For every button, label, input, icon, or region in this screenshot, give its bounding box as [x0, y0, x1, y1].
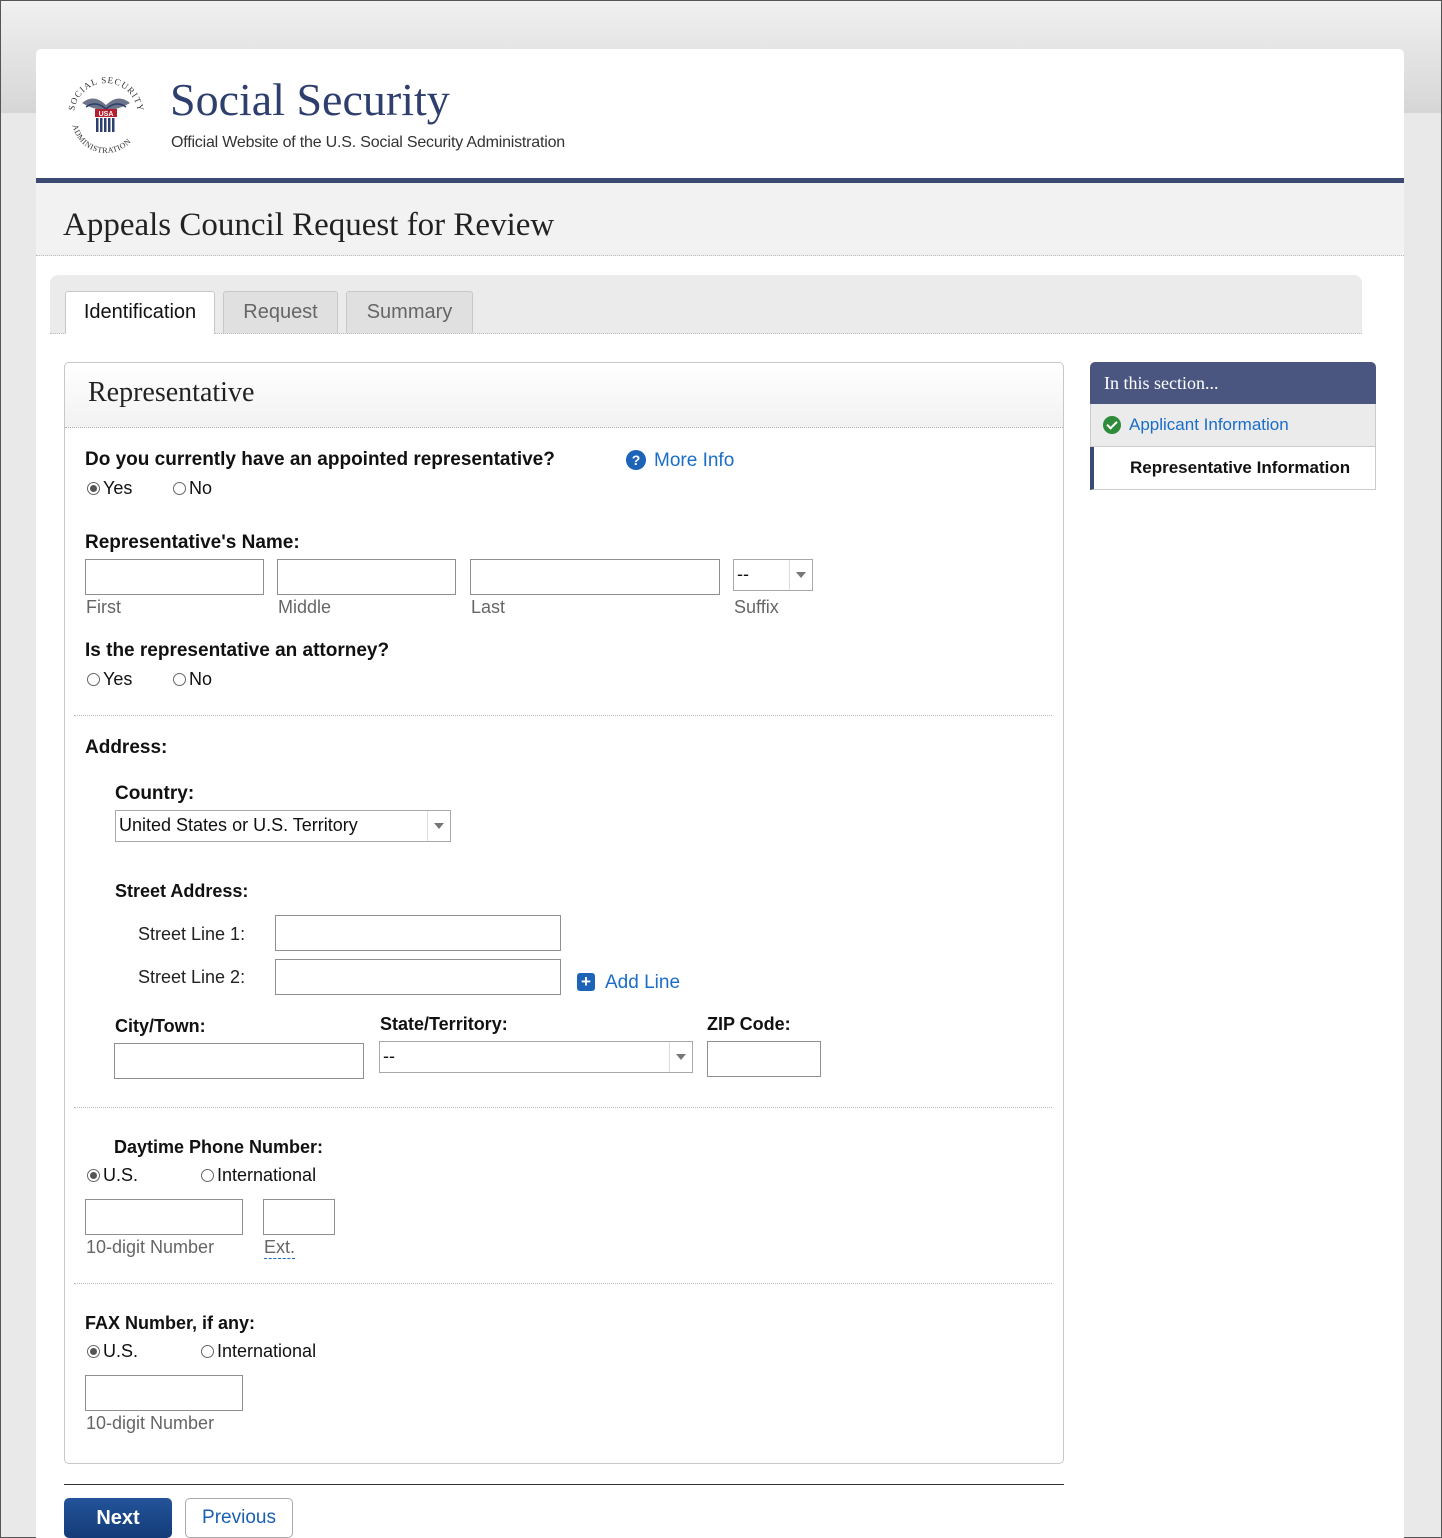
- radio-no-circle[interactable]: [173, 673, 186, 686]
- attorney-question: Is the representative an attorney?: [85, 640, 390, 661]
- radio-label: No: [189, 478, 213, 498]
- check-circle-icon: [1103, 416, 1121, 434]
- site-title[interactable]: Social Security: [170, 73, 450, 126]
- radio-yes-circle[interactable]: [87, 673, 100, 686]
- panel-title: Representative: [88, 377, 255, 408]
- chevron-down-icon: [789, 560, 812, 590]
- state-select[interactable]: --: [379, 1041, 693, 1073]
- rep-name-label: Representative's Name:: [85, 532, 300, 553]
- seal-usa-text: USA: [99, 111, 114, 118]
- radio-us-circle[interactable]: [87, 1345, 100, 1358]
- state-value: --: [383, 1046, 395, 1066]
- sidebar-item-representative-information[interactable]: Representative Information: [1090, 447, 1376, 490]
- tab-request[interactable]: Request: [223, 291, 338, 333]
- street-line2-input[interactable]: [275, 959, 561, 995]
- state-label: State/Territory:: [380, 1014, 508, 1034]
- city-input[interactable]: [114, 1043, 364, 1079]
- appointed-yes-radio[interactable]: Yes: [87, 478, 132, 499]
- add-line-label: Add Line: [605, 972, 681, 993]
- sidebar-item-label: Representative Information: [1130, 458, 1351, 477]
- radio-label: Yes: [103, 478, 133, 498]
- radio-international-circle[interactable]: [201, 1169, 214, 1182]
- more-info-link[interactable]: ? More Info: [626, 450, 734, 472]
- tab-bar: Identification Request Summary: [50, 275, 1362, 334]
- appointed-no-radio[interactable]: No: [173, 478, 212, 499]
- tab-identification[interactable]: Identification: [65, 291, 215, 334]
- page-container: SOCIAL SECURITY ADMINISTRATION USA Socia…: [36, 49, 1404, 1538]
- site-subtitle: Official Website of the U.S. Social Secu…: [171, 134, 566, 151]
- middle-name-input[interactable]: [277, 559, 456, 595]
- radio-label: International: [217, 1165, 317, 1185]
- ssa-seal-logo[interactable]: SOCIAL SECURITY ADMINISTRATION USA: [62, 69, 150, 157]
- section-divider: [74, 1107, 1052, 1108]
- fax-us-radio[interactable]: U.S.: [87, 1341, 138, 1362]
- radio-label: No: [189, 669, 213, 689]
- fax-label: FAX Number, if any:: [85, 1313, 256, 1333]
- section-sidebar: In this section... Applicant Information…: [1090, 362, 1376, 490]
- phone-us-radio[interactable]: U.S.: [87, 1165, 138, 1186]
- appointed-question: Do you currently have an appointed repre…: [85, 449, 555, 470]
- phone-number-sublabel: 10-digit Number: [86, 1237, 215, 1257]
- previous-button[interactable]: Previous: [185, 1498, 293, 1538]
- add-line-link[interactable]: + Add Line: [577, 972, 680, 994]
- last-name-input[interactable]: [470, 559, 720, 595]
- more-info-label: More Info: [654, 450, 735, 471]
- first-name-input[interactable]: [85, 559, 264, 595]
- street-line1-input[interactable]: [275, 915, 561, 951]
- radio-us-circle[interactable]: [87, 1169, 100, 1182]
- radio-label: International: [217, 1341, 317, 1361]
- section-divider: [74, 715, 1052, 716]
- site-header: SOCIAL SECURITY ADMINISTRATION USA Socia…: [36, 49, 1404, 177]
- street-line1-label: Street Line 1:: [138, 924, 246, 944]
- radio-yes-circle[interactable]: [87, 482, 100, 495]
- page-title: Appeals Council Request for Review: [63, 207, 555, 243]
- radio-label: U.S.: [103, 1341, 139, 1361]
- chevron-down-icon: [427, 811, 450, 841]
- suffix-sublabel: Suffix: [734, 597, 779, 617]
- panel-header: Representative: [65, 363, 1063, 428]
- country-select[interactable]: United States or U.S. Territory: [115, 810, 451, 842]
- city-label: City/Town:: [115, 1016, 206, 1036]
- sidebar-item-applicant-information[interactable]: Applicant Information: [1090, 404, 1376, 447]
- street-line2-label: Street Line 2:: [138, 967, 246, 987]
- fax-number-input[interactable]: [85, 1375, 243, 1411]
- suffix-select[interactable]: --: [733, 559, 813, 591]
- form-footer-divider: [64, 1484, 1064, 1485]
- last-sublabel: Last: [471, 597, 506, 617]
- address-label: Address:: [85, 737, 168, 758]
- help-icon: ?: [626, 450, 646, 470]
- phone-number-input[interactable]: [85, 1199, 243, 1235]
- zip-input[interactable]: [707, 1041, 821, 1077]
- section-divider: [74, 1283, 1052, 1284]
- daytime-phone-label: Daytime Phone Number:: [114, 1137, 324, 1157]
- radio-label: Yes: [103, 669, 133, 689]
- phone-ext-input[interactable]: [263, 1199, 335, 1235]
- tab-summary[interactable]: Summary: [346, 291, 473, 333]
- middle-sublabel: Middle: [278, 597, 332, 617]
- attorney-yes-radio[interactable]: Yes: [87, 669, 132, 690]
- ext-abbreviation[interactable]: Ext.: [264, 1237, 296, 1259]
- attorney-no-radio[interactable]: No: [173, 669, 212, 690]
- radio-label: U.S.: [103, 1165, 139, 1185]
- phone-international-radio[interactable]: International: [201, 1165, 316, 1186]
- next-button[interactable]: Next: [64, 1498, 172, 1538]
- country-value: United States or U.S. Territory: [119, 815, 358, 835]
- page-title-band: Appeals Council Request for Review: [36, 183, 1404, 256]
- zip-label: ZIP Code:: [707, 1014, 791, 1034]
- radio-no-circle[interactable]: [173, 482, 186, 495]
- fax-number-sublabel: 10-digit Number: [86, 1413, 215, 1433]
- radio-international-circle[interactable]: [201, 1345, 214, 1358]
- country-label: Country:: [115, 783, 195, 804]
- sidebar-heading: In this section...: [1090, 362, 1376, 404]
- sidebar-item-label: Applicant Information: [1129, 415, 1289, 434]
- suffix-value: --: [737, 564, 749, 584]
- representative-panel: Representative Do you currently have an …: [64, 362, 1064, 1464]
- plus-icon: +: [577, 973, 595, 991]
- fax-international-radio[interactable]: International: [201, 1341, 316, 1362]
- first-sublabel: First: [86, 597, 121, 617]
- street-address-label: Street Address:: [115, 881, 249, 901]
- chevron-down-icon: [669, 1042, 692, 1072]
